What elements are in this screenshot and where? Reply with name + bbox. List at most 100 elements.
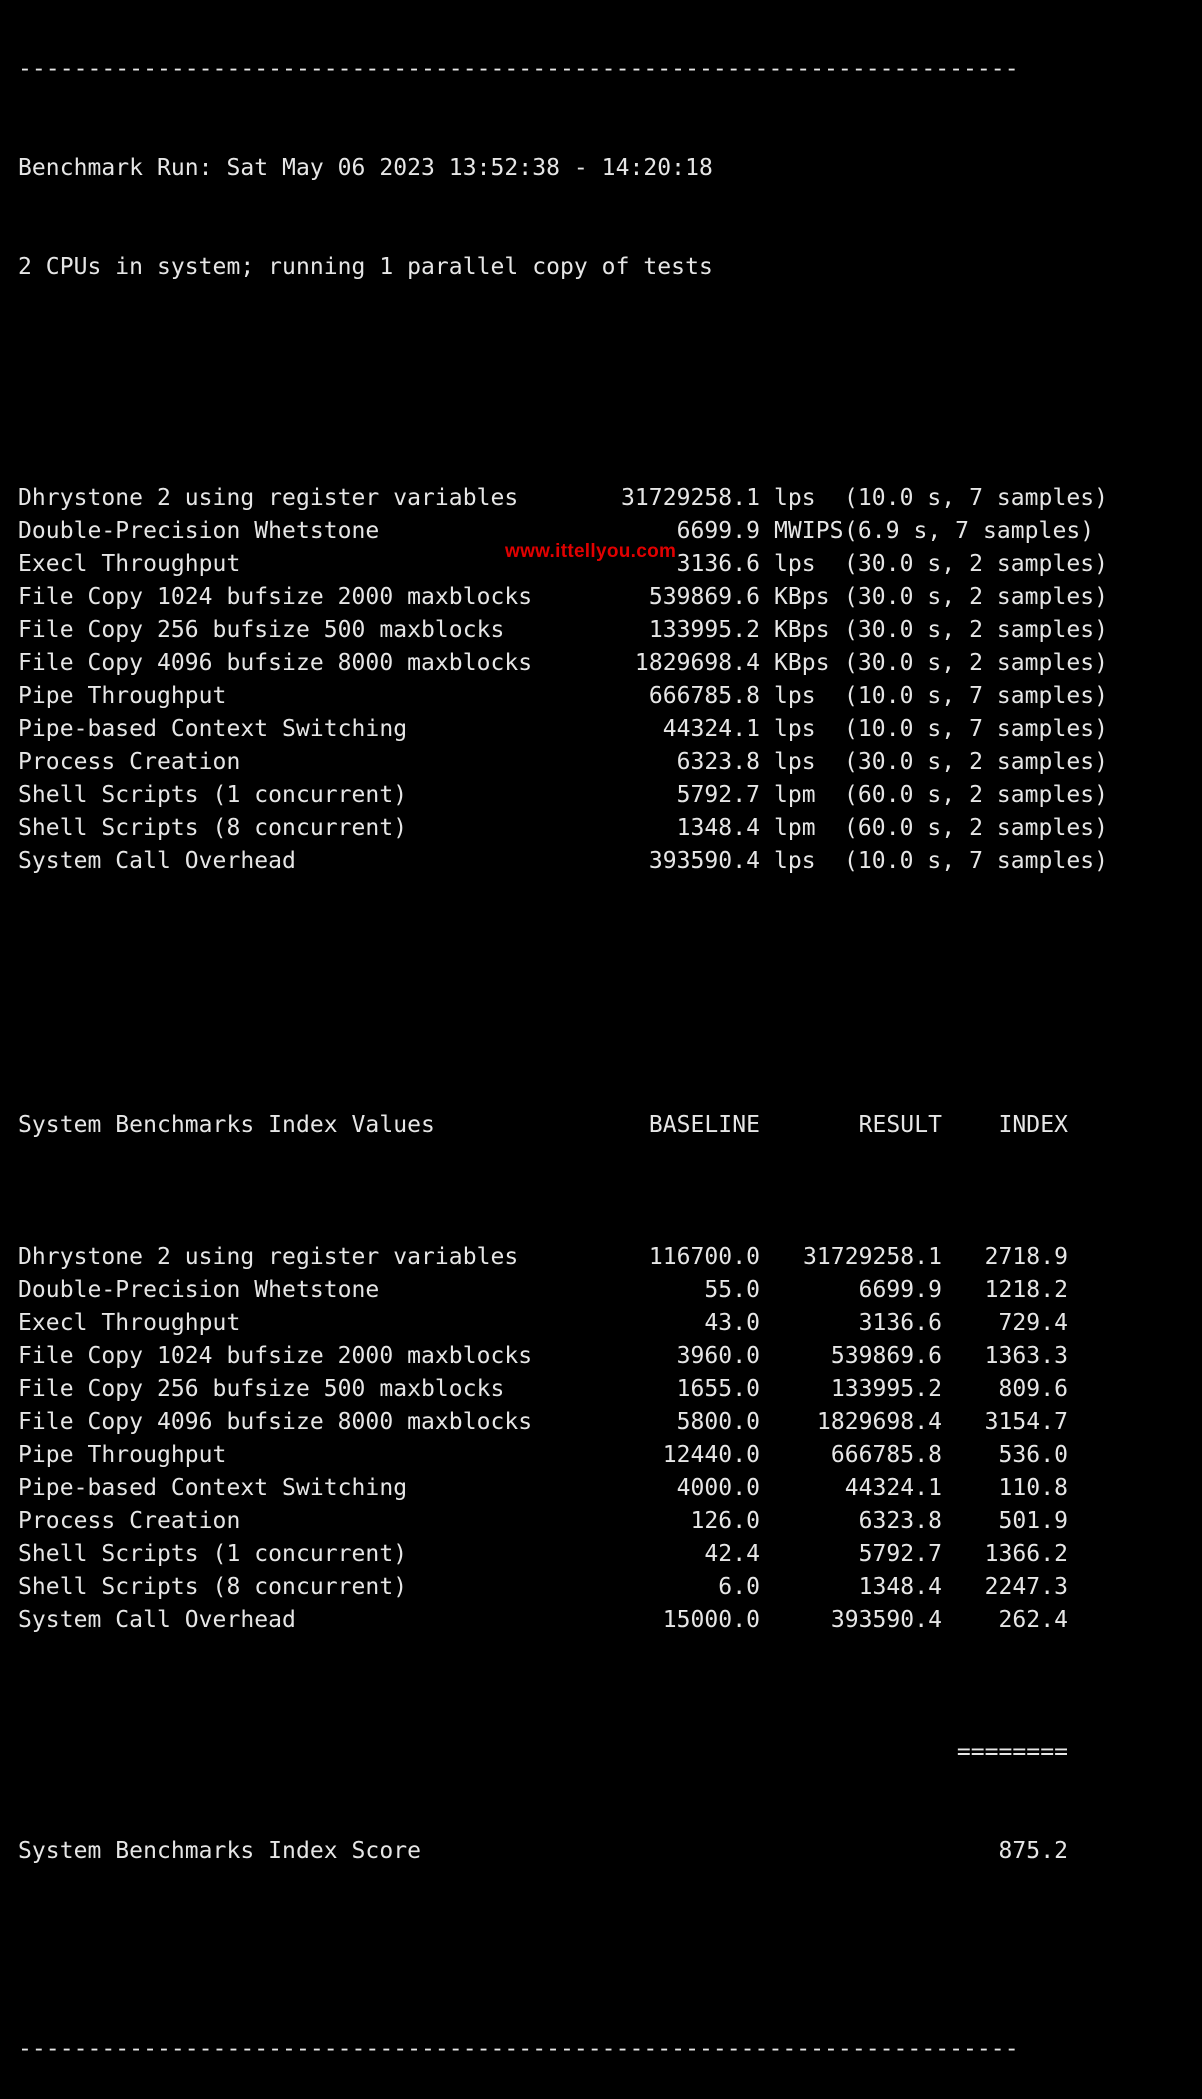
baseline-value: 6.0 <box>718 1574 760 1600</box>
test-name: File Copy 1024 bufsize 2000 maxblocks <box>18 1343 533 1369</box>
test-name: Dhrystone 2 using register variables <box>18 485 519 511</box>
baseline-value: 43.0 <box>704 1310 760 1336</box>
result-unit: KBps <box>774 584 830 610</box>
result-detail: (30.0 s, 2 samples) <box>844 650 1109 676</box>
benchmark-run-line: Benchmark Run: Sat May 06 2023 13:52:38 … <box>18 155 713 181</box>
column-header-index: INDEX <box>998 1112 1068 1138</box>
result-detail: (10.0 s, 7 samples) <box>844 683 1109 709</box>
index-row: Pipe Throughput 12440.0 666785.8 536.0 <box>18 1439 1108 1472</box>
result-value: 1829698.4 <box>816 1409 942 1435</box>
index-value: 262.4 <box>998 1607 1068 1633</box>
baseline-value: 55.0 <box>704 1277 760 1303</box>
score-separator: ======== <box>956 1739 1068 1765</box>
baseline-value: 3960.0 <box>676 1343 760 1369</box>
raw-result-row: File Copy 256 bufsize 500 maxblocks 13399… <box>18 614 1108 647</box>
score-value: 875.2 <box>998 1838 1068 1864</box>
result-unit: lps <box>774 749 816 775</box>
test-name: Dhrystone 2 using register variables <box>18 1244 519 1270</box>
column-header-result: RESULT <box>858 1112 942 1138</box>
result-value: 666785.8 <box>830 1442 942 1468</box>
index-value: 2247.3 <box>984 1574 1068 1600</box>
result-value: 1829698.4 <box>634 650 760 676</box>
result-value: 31729258.1 <box>803 1244 942 1270</box>
baseline-value: 4000.0 <box>676 1475 760 1501</box>
test-name: Shell Scripts (8 concurrent) <box>18 1574 408 1600</box>
raw-result-row: File Copy 1024 bufsize 2000 maxblocks 539… <box>18 581 1108 614</box>
result-value: 3136.6 <box>858 1310 942 1336</box>
result-detail: (10.0 s, 7 samples) <box>844 716 1109 742</box>
result-unit: lpm <box>774 815 816 841</box>
index-value: 809.6 <box>998 1376 1068 1402</box>
result-unit: lpm <box>774 782 816 808</box>
result-value: 6699.9 <box>858 1277 942 1303</box>
test-name: Shell Scripts (8 concurrent) <box>18 815 408 841</box>
index-row: Dhrystone 2 using register variables 1167… <box>18 1241 1108 1274</box>
test-name: System Call Overhead <box>18 848 296 874</box>
test-name: Shell Scripts (1 concurrent) <box>18 1541 408 1567</box>
result-value: 5792.7 <box>676 782 760 808</box>
result-unit: KBps <box>774 617 830 643</box>
result-detail: (30.0 s, 2 samples) <box>844 551 1109 577</box>
index-row: File Copy 4096 bufsize 8000 maxblocks 580… <box>18 1406 1108 1439</box>
test-name: Pipe-based Context Switching <box>18 716 408 742</box>
result-unit: lps <box>774 485 816 511</box>
test-name: System Call Overhead <box>18 1607 296 1633</box>
test-name: File Copy 4096 bufsize 8000 maxblocks <box>18 1409 533 1435</box>
raw-result-row: Shell Scripts (1 concurrent) 5792.7 lpm (60… <box>18 779 1108 812</box>
result-detail: (30.0 s, 2 samples) <box>844 584 1109 610</box>
test-name: File Copy 1024 bufsize 2000 maxblocks <box>18 584 533 610</box>
divider-top: ----------------------------------------… <box>18 56 1019 82</box>
index-row: Execl Throughput 43.0 3136.6 729.4 <box>18 1307 1108 1340</box>
test-name: File Copy 4096 bufsize 8000 maxblocks <box>18 650 533 676</box>
index-row: Shell Scripts (8 concurrent) 6.0 1348.4 224… <box>18 1571 1108 1604</box>
test-name: Execl Throughput <box>18 1310 241 1336</box>
result-value: 1348.4 <box>676 815 760 841</box>
baseline-value: 126.0 <box>690 1508 760 1534</box>
baseline-value: 15000.0 <box>662 1607 760 1633</box>
divider-bottom: ----------------------------------------… <box>18 2036 1019 2062</box>
test-name: Double-Precision Whetstone <box>18 1277 380 1303</box>
index-value: 2718.9 <box>984 1244 1068 1270</box>
baseline-value: 12440.0 <box>662 1442 760 1468</box>
result-value: 31729258.1 <box>621 485 760 511</box>
index-value: 729.4 <box>998 1310 1068 1336</box>
result-value: 44324.1 <box>844 1475 942 1501</box>
result-value: 44324.1 <box>662 716 760 742</box>
test-name: Shell Scripts (1 concurrent) <box>18 782 408 808</box>
baseline-value: 42.4 <box>704 1541 760 1567</box>
index-header-row: System Benchmarks Index Values BASELINE RE… <box>18 1109 1108 1142</box>
result-value: 133995.2 <box>830 1376 942 1402</box>
test-name: Process Creation <box>18 749 241 775</box>
index-value: 1366.2 <box>984 1541 1068 1567</box>
result-value: 133995.2 <box>648 617 760 643</box>
terminal-output: ----------------------------------------… <box>18 0 1108 2099</box>
index-value: 1363.3 <box>984 1343 1068 1369</box>
result-detail: (30.0 s, 2 samples) <box>844 617 1109 643</box>
index-row: Process Creation 126.0 6323.8 501.9 <box>18 1505 1108 1538</box>
watermark: www.ittellyou.com <box>505 541 677 562</box>
index-value: 536.0 <box>998 1442 1068 1468</box>
index-values-table: Dhrystone 2 using register variables 1167… <box>18 1241 1108 1637</box>
result-detail: (60.0 s, 2 samples) <box>844 782 1109 808</box>
raw-result-row: File Copy 4096 bufsize 8000 maxblocks 182… <box>18 647 1108 680</box>
result-unit: lps <box>774 551 816 577</box>
result-value: 6323.8 <box>676 749 760 775</box>
baseline-value: 1655.0 <box>676 1376 760 1402</box>
raw-result-row: Process Creation 6323.8 lps (30.0 s, 2 samp… <box>18 746 1108 779</box>
result-unit: lps <box>774 683 816 709</box>
score-separator-row: ======== <box>18 1736 1108 1769</box>
result-value: 666785.8 <box>648 683 760 709</box>
raw-result-row: Pipe-based Context Switching 44324.1 lps (1… <box>18 713 1108 746</box>
test-name: Pipe Throughput <box>18 683 227 709</box>
raw-result-row: Dhrystone 2 using register variables 3172… <box>18 482 1108 515</box>
result-unit: lps <box>774 716 816 742</box>
index-value: 110.8 <box>998 1475 1068 1501</box>
baseline-value: 116700.0 <box>648 1244 760 1270</box>
raw-result-row: Pipe Throughput 666785.8 lps (10.0 s, 7 sam… <box>18 680 1108 713</box>
test-name: Pipe Throughput <box>18 1442 227 1468</box>
score-label: System Benchmarks Index Score <box>18 1838 422 1864</box>
column-header-baseline: BASELINE <box>648 1112 760 1138</box>
